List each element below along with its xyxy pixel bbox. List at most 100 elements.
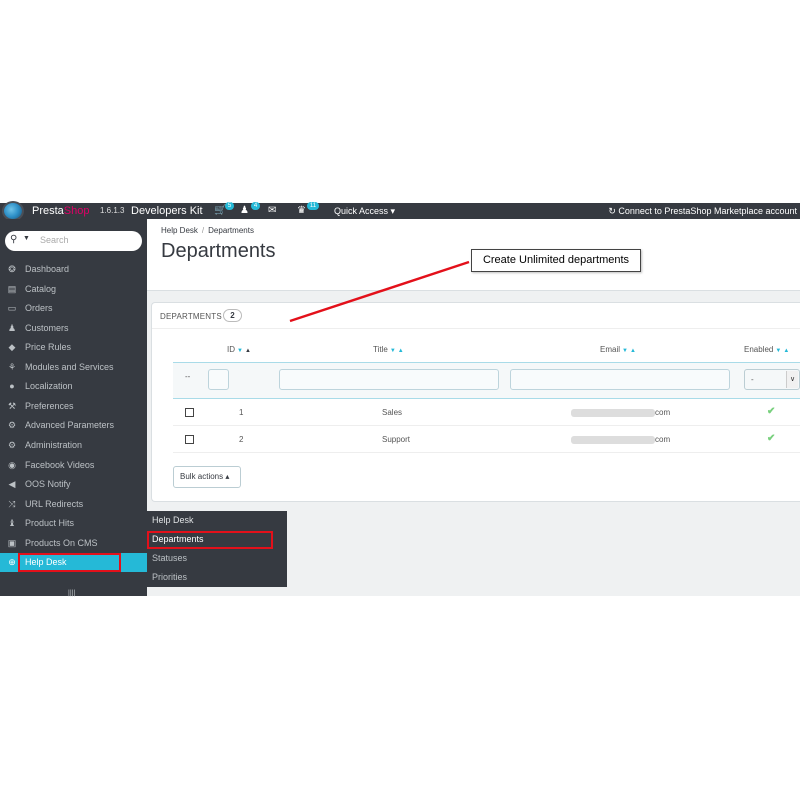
filter-placeholder-dash: -- xyxy=(185,372,191,381)
sidebar-item-facebook-videos[interactable]: ◉ Facebook Videos xyxy=(0,456,147,475)
sort-asc-icon: ▲ xyxy=(397,348,404,354)
sidebar-item-product-hits[interactable]: ♝ Product Hits xyxy=(0,514,147,533)
enabled-check-icon[interactable]: ✔ xyxy=(767,406,775,417)
quick-access-dropdown[interactable]: Quick Access ▾ xyxy=(334,203,395,219)
chevron-down-icon[interactable]: ▼ xyxy=(23,235,30,242)
search-icon[interactable]: ⚲ xyxy=(10,234,17,245)
sidebar-item-dashboard[interactable]: ❂ Dashboard xyxy=(0,260,147,279)
column-header-title[interactable]: Title ▼ ▲ xyxy=(373,345,404,354)
sidebar-item-products-on-cms[interactable]: ▣ Products On CMS xyxy=(0,534,147,553)
sidebar-item-label: Product Hits xyxy=(25,518,75,528)
sidebar-item-oos-notify[interactable]: ◀ OOS Notify xyxy=(0,475,147,494)
row-checkbox[interactable] xyxy=(185,435,194,444)
filter-row: -- - ∨ xyxy=(173,362,800,399)
row-id: 1 xyxy=(239,408,244,417)
submenu-item-statuses[interactable]: Statuses xyxy=(147,549,287,568)
sidebar-item-customers[interactable]: ♟ Customers xyxy=(0,319,147,338)
sort-desc-icon: ▼ xyxy=(237,348,243,354)
catalog-icon: ▤ xyxy=(7,284,17,294)
preferences-icon: ⚒ xyxy=(7,401,17,411)
table-row[interactable]: 2 Support com ✔ xyxy=(173,426,800,453)
sidebar-item-advanced-parameters[interactable]: ⚙ Advanced Parameters xyxy=(0,416,147,435)
customer-icon[interactable]: ♟ xyxy=(240,205,249,217)
trophy-icon[interactable]: ♛ xyxy=(297,205,306,217)
breadcrumb-separator: / xyxy=(201,226,205,235)
shop-name-link[interactable]: Developers Kit xyxy=(131,203,203,219)
sidebar-item-label: Dashboard xyxy=(25,264,70,274)
sidebar-item-label: Orders xyxy=(25,303,53,313)
localization-icon: ● xyxy=(9,381,15,391)
dashboard-icon: ❂ xyxy=(8,264,16,274)
oos-notify-icon: ◀ xyxy=(8,479,16,489)
version-label: 1.6.1.3 xyxy=(100,206,125,215)
top-header-bar: PrestaShop 1.6.1.3 Developers Kit 🛒 5 ♟ … xyxy=(0,201,800,221)
sidebar-item-catalog[interactable]: ▤ Catalog xyxy=(0,280,147,299)
orders-icon: ▭ xyxy=(7,303,17,313)
row-email: com xyxy=(571,408,670,417)
sort-asc-icon: ▲ xyxy=(629,348,636,354)
email-filter-input[interactable] xyxy=(510,369,730,390)
sidebar-item-preferences[interactable]: ⚒ Preferences xyxy=(0,397,147,416)
sidebar-item-label: Modules and Services xyxy=(25,362,114,372)
prestashop-logo[interactable] xyxy=(2,201,24,221)
facebook-videos-icon: ◉ xyxy=(8,460,16,470)
sidebar-item-url-redirects[interactable]: ⤨ URL Redirects xyxy=(0,495,147,514)
submenu-item-help-desk[interactable]: Help Desk xyxy=(147,511,287,530)
sidebar-item-orders[interactable]: ▭ Orders xyxy=(0,299,147,318)
sidebar-item-label: Catalog xyxy=(25,284,57,294)
panel-title: DEPARTMENTS xyxy=(160,312,222,321)
sidebar-item-label: Administration xyxy=(25,440,83,450)
column-header-enabled[interactable]: Enabled ▼ ▲ xyxy=(744,345,789,354)
blurred-email xyxy=(571,435,655,444)
sidebar-item-modules-and-services[interactable]: ⚘ Modules and Services xyxy=(0,358,147,377)
price-rules-icon: ◆ xyxy=(8,342,16,352)
row-title: Sales xyxy=(382,408,403,417)
sort-desc-icon: ▼ xyxy=(775,348,782,354)
sidebar-item-label: Preferences xyxy=(25,401,74,411)
brand-name: PrestaShop xyxy=(32,205,90,217)
blurred-email xyxy=(571,408,655,417)
admin-screen: PrestaShop 1.6.1.3 Developers Kit 🛒 5 ♟ … xyxy=(0,0,800,800)
page-title: Departments xyxy=(161,240,276,262)
panel-heading: DEPARTMENTS 2 xyxy=(152,303,800,329)
annotation-callout: Create Unlimited departments xyxy=(471,249,641,272)
customers-badge: 4 xyxy=(251,202,260,210)
submenu-item-priorities[interactable]: Priorities xyxy=(147,568,287,587)
row-checkbox[interactable] xyxy=(185,408,194,417)
row-email: com xyxy=(571,435,670,444)
title-filter-input[interactable] xyxy=(279,369,499,390)
search-input[interactable]: ⚲ ▼ Search xyxy=(5,231,142,251)
sidebar-item-label: Products On CMS xyxy=(25,538,98,548)
column-header-id[interactable]: ID ▼ ▲ xyxy=(227,345,251,354)
sidebar-item-localization[interactable]: ● Localization xyxy=(0,377,147,396)
envelope-icon[interactable]: ✉ xyxy=(268,205,276,217)
sidebar-item-administration[interactable]: ⚙ Administration xyxy=(0,436,147,455)
help-desk-submenu: Help Desk Departments Statuses Prioritie… xyxy=(147,511,287,587)
sidebar-item-label: URL Redirects xyxy=(25,499,84,509)
chevron-down-icon[interactable]: ∨ xyxy=(786,371,798,388)
breadcrumb-parent[interactable]: Help Desk xyxy=(161,226,198,235)
departments-panel: DEPARTMENTS 2 ID ▼ ▲ Title ▼ ▲ Email ▼ ▲ Enabl… xyxy=(151,302,800,502)
cart-badge: 5 xyxy=(225,202,234,210)
enabled-check-icon[interactable]: ✔ xyxy=(767,433,775,444)
sort-asc-icon: ▲ xyxy=(244,348,251,354)
marketplace-connect-link[interactable]: ↻ Connect to PrestaShop Marketplace acco… xyxy=(608,203,797,219)
enabled-filter-select[interactable]: - ∨ xyxy=(744,369,800,390)
advanced-parameters-icon: ⚙ xyxy=(7,420,17,430)
table-row[interactable]: 1 Sales com ✔ xyxy=(173,399,800,426)
breadcrumb-current: Departments xyxy=(208,226,254,235)
column-header-email[interactable]: Email ▼ ▲ xyxy=(600,345,636,354)
sidebar-item-label: Facebook Videos xyxy=(25,460,95,470)
id-filter-input[interactable] xyxy=(208,369,229,390)
products-on-cms-icon: ▣ xyxy=(7,538,17,548)
bulk-actions-button[interactable]: Bulk actions ▴ xyxy=(173,466,241,488)
connect-icon: ↻ xyxy=(608,206,619,216)
sidebar-item-label: Customers xyxy=(25,323,69,333)
sidebar-item-price-rules[interactable]: ◆ Price Rules xyxy=(0,338,147,357)
product-hits-icon: ♝ xyxy=(7,518,17,528)
collapse-sidebar-icon[interactable]: |||| xyxy=(68,590,75,597)
marketplace-label: Connect to PrestaShop Marketplace accoun… xyxy=(618,206,797,216)
sidebar-item-label: OOS Notify xyxy=(25,479,71,489)
modules-and-services-icon: ⚘ xyxy=(7,362,17,372)
sidebar-item-label: Price Rules xyxy=(25,342,72,352)
